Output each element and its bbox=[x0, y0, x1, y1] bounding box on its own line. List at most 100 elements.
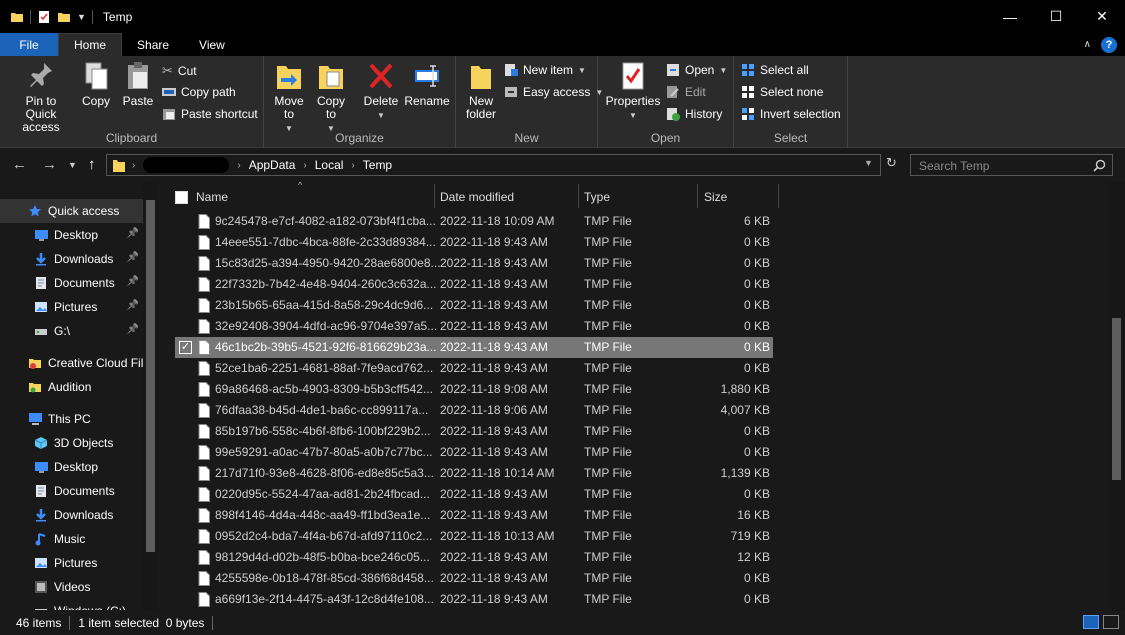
column-separator[interactable] bbox=[778, 184, 779, 208]
file-size: 4,007 KB bbox=[720, 403, 770, 417]
nav-item[interactable]: Pictures bbox=[0, 551, 143, 575]
new-folder-icon[interactable] bbox=[57, 10, 71, 24]
delete-x-icon bbox=[369, 63, 393, 89]
row-checkbox-checked[interactable]: ✓ bbox=[179, 341, 192, 354]
customize-toolbar-icon[interactable]: ▼ bbox=[77, 12, 86, 22]
nav-item[interactable]: Documents bbox=[0, 479, 143, 503]
copy-button[interactable]: Copy bbox=[78, 60, 114, 108]
file-row[interactable]: 0952d2c4-bda7-4f4a-b67d-afd97110c2... 202… bbox=[175, 526, 773, 547]
rename-button[interactable]: Rename bbox=[404, 60, 450, 108]
forward-arrow-icon[interactable]: → bbox=[42, 156, 57, 173]
nav-item[interactable]: Downloads 📌 bbox=[0, 247, 143, 271]
delete-button[interactable]: Delete ▼ bbox=[362, 60, 400, 122]
file-row[interactable]: 85b197b6-558c-4b6f-8fb6-100bf229b2... 202… bbox=[175, 421, 773, 442]
file-row[interactable]: 76dfaa38-b45d-4de1-ba6c-cc899117a... 2022… bbox=[175, 400, 773, 421]
pin-to-quick-access-button[interactable]: Pin to Quick access bbox=[4, 60, 78, 134]
address-dropdown-icon[interactable]: ▼ bbox=[864, 158, 873, 168]
select-all-button[interactable]: Select all bbox=[741, 63, 809, 77]
properties-icon[interactable] bbox=[37, 10, 51, 24]
select-none-button[interactable]: Select none bbox=[741, 85, 823, 99]
edit-button[interactable]: Edit bbox=[666, 85, 706, 99]
refresh-icon[interactable]: ↻ bbox=[886, 155, 897, 171]
file-row[interactable]: 22f7332b-7b42-4e48-9404-260c3c632a... 202… bbox=[175, 274, 773, 295]
column-header-date[interactable]: Date modified bbox=[440, 186, 514, 208]
breadcrumb-local[interactable]: Local bbox=[315, 158, 344, 172]
paste-shortcut-button[interactable]: Paste shortcut bbox=[162, 107, 258, 121]
recent-locations-icon[interactable]: ▼ bbox=[68, 160, 77, 170]
nav-scrollbar-thumb[interactable] bbox=[146, 200, 155, 552]
file-row[interactable]: 15c83d25-a394-4950-9420-28ae6800e8... 202… bbox=[175, 253, 773, 274]
column-header-size[interactable]: Size bbox=[704, 186, 727, 208]
cut-button[interactable]: ✂ Cut bbox=[162, 63, 197, 79]
breadcrumb-appdata[interactable]: AppData bbox=[249, 158, 296, 172]
file-row[interactable]: 52ce1ba6-2251-4681-88af-7fe9acd762... 202… bbox=[175, 358, 773, 379]
file-list-scrollbar[interactable] bbox=[1108, 182, 1125, 610]
new-item-icon bbox=[505, 64, 518, 76]
properties-button[interactable]: Properties ▼ bbox=[604, 60, 662, 122]
select-all-icon bbox=[742, 64, 754, 76]
column-separator[interactable] bbox=[578, 184, 579, 208]
file-row[interactable]: 99e59291-a0ac-47b7-80a5-a0b7c77bc... 2022… bbox=[175, 442, 773, 463]
nav-item[interactable]: Desktop 📌 bbox=[0, 223, 143, 247]
nav-item[interactable]: Quick access bbox=[0, 199, 143, 223]
new-item-button[interactable]: New item ▼ bbox=[504, 63, 586, 77]
nav-scrollbar[interactable] bbox=[143, 182, 158, 610]
file-row[interactable]: a669f13e-2f14-4475-a43f-12c8d4fe108... 20… bbox=[175, 589, 773, 610]
new-folder-label: New folder bbox=[465, 94, 497, 121]
file-row[interactable]: 23b15b65-65aa-415d-8a58-29c4dc9d6... 2022… bbox=[175, 295, 773, 316]
column-header-type[interactable]: Type bbox=[584, 186, 610, 208]
history-button[interactable]: History bbox=[666, 107, 722, 121]
tab-view[interactable]: View bbox=[184, 33, 240, 56]
minimize-icon[interactable]: — bbox=[987, 0, 1033, 33]
nav-item[interactable]: Downloads bbox=[0, 503, 143, 527]
up-arrow-icon[interactable]: ↑ bbox=[88, 156, 96, 173]
file-row[interactable]: 898f4146-4d4a-448c-aa49-ff1bd3ea1e... 202… bbox=[175, 505, 773, 526]
file-row[interactable]: 4255598e-0b18-478f-85cd-386f68d458... 202… bbox=[175, 568, 773, 589]
nav-item[interactable]: This PC bbox=[0, 407, 143, 431]
large-icons-view-icon[interactable] bbox=[1103, 615, 1119, 629]
nav-item[interactable]: Creative Cloud Fil bbox=[0, 351, 143, 375]
column-separator[interactable] bbox=[434, 184, 435, 208]
details-view-icon[interactable] bbox=[1083, 615, 1099, 629]
nav-item[interactable]: 3D Objects bbox=[0, 431, 143, 455]
tab-share[interactable]: Share bbox=[122, 33, 184, 56]
close-icon[interactable]: ✕ bbox=[1079, 0, 1125, 33]
new-folder-button[interactable]: New folder bbox=[462, 60, 500, 121]
nav-item[interactable]: Videos bbox=[0, 575, 143, 599]
back-arrow-icon[interactable]: ← bbox=[12, 156, 27, 173]
maximize-icon[interactable]: ☐ bbox=[1033, 0, 1079, 33]
nav-item[interactable]: Audition bbox=[0, 375, 143, 399]
breadcrumb-temp[interactable]: Temp bbox=[363, 158, 392, 172]
select-all-checkbox[interactable] bbox=[175, 191, 188, 204]
copy-path-button[interactable]: Copy path bbox=[162, 85, 236, 99]
file-row[interactable]: 0220d95c-5524-47aa-ad81-2b24fbcad... 2022… bbox=[175, 484, 773, 505]
easy-access-button[interactable]: Easy access ▼ bbox=[504, 85, 603, 99]
file-row[interactable]: 14eee551-7dbc-4bca-88fe-2c33d89384... 202… bbox=[175, 232, 773, 253]
nav-item[interactable]: G:\ 📌 bbox=[0, 319, 143, 343]
collapse-ribbon-icon[interactable]: ∧ bbox=[1084, 39, 1091, 50]
file-row[interactable]: 32e92408-3904-4dfd-ac96-9704e397a5... 202… bbox=[175, 316, 773, 337]
copy-to-button[interactable]: Copy to ▼ bbox=[312, 60, 350, 135]
file-list-scrollbar-thumb[interactable] bbox=[1112, 318, 1121, 480]
nav-item-label: Pictures bbox=[54, 556, 98, 570]
nav-item[interactable]: Documents 📌 bbox=[0, 271, 143, 295]
tab-home[interactable]: Home bbox=[58, 33, 123, 56]
file-row[interactable]: 69a86468-ac5b-4903-8309-b5b3cff542... 202… bbox=[175, 379, 773, 400]
open-button[interactable]: Open ▼ bbox=[666, 63, 727, 77]
help-icon[interactable]: ? bbox=[1101, 36, 1117, 53]
file-row[interactable]: 98129d4d-d02b-48f5-b0ba-bce246c05... 2022… bbox=[175, 547, 773, 568]
paste-button[interactable]: Paste bbox=[118, 60, 158, 108]
move-to-button[interactable]: Move to ▼ bbox=[270, 60, 308, 135]
file-row[interactable]: 217d71f0-93e8-4628-8f06-ed8e85c5a3... 202… bbox=[175, 463, 773, 484]
file-row[interactable]: 9c245478-e7cf-4082-a182-073bf4f1cba... 20… bbox=[175, 211, 773, 232]
nav-item[interactable]: Desktop bbox=[0, 455, 143, 479]
column-separator[interactable] bbox=[697, 184, 698, 208]
nav-item[interactable]: Windows (C:) bbox=[0, 599, 143, 610]
tab-file[interactable]: File bbox=[0, 33, 58, 56]
search-input[interactable]: Search Temp bbox=[910, 154, 1113, 176]
column-header-name[interactable]: Name bbox=[196, 186, 228, 208]
invert-selection-button[interactable]: Invert selection bbox=[741, 107, 841, 121]
nav-item[interactable]: Pictures 📌 bbox=[0, 295, 143, 319]
file-row[interactable]: ✓ 46c1bc2b-39b5-4521-92f6-816629b23a... 20… bbox=[175, 337, 773, 358]
nav-item[interactable]: Music bbox=[0, 527, 143, 551]
